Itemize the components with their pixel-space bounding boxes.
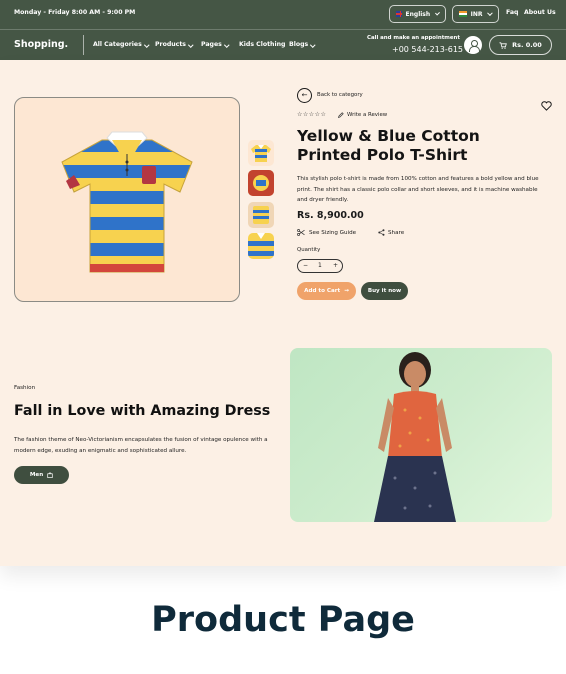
back-arrow-icon[interactable]: ←: [297, 88, 312, 103]
cart-icon: [499, 41, 508, 49]
chevron-down-icon: [487, 10, 493, 16]
product-section: ← Back to category ☆☆☆☆☆ Write a Review …: [0, 60, 566, 566]
promo-text: The fashion theme of Neo-Victorianism en…: [14, 437, 268, 454]
add-to-cart-button[interactable]: Add to Cart →: [297, 282, 356, 300]
language-label: English: [405, 10, 431, 18]
business-hours: Monday - Friday 8:00 AM - 9:00 PM: [14, 9, 136, 16]
main-nav: Shopping. All Categories Products Pages …: [0, 29, 566, 60]
product-thumbnail[interactable]: [248, 140, 274, 166]
nav-divider: [83, 35, 84, 55]
chevron-down-icon: [144, 41, 150, 47]
cart-button[interactable]: Rs. 0.00: [489, 35, 552, 55]
decrement-button[interactable]: −: [303, 262, 308, 269]
chevron-down-icon: [310, 41, 316, 47]
nav-item-products[interactable]: Products: [155, 41, 194, 48]
call-label: Call and make an appointment: [367, 35, 460, 41]
polo-shirt-image: [61, 131, 193, 273]
product-thumbnail[interactable]: [248, 233, 274, 259]
back-to-category-link[interactable]: Back to category: [317, 92, 363, 98]
site-logo[interactable]: Shopping.: [14, 39, 68, 50]
share-icon: [378, 229, 385, 236]
share-button[interactable]: Share: [378, 229, 404, 236]
rating-stars: ☆☆☆☆☆: [297, 111, 327, 118]
nav-item-pages[interactable]: Pages: [201, 41, 230, 48]
nav-item-blogs[interactable]: Blogs: [289, 41, 316, 48]
user-icon[interactable]: [464, 36, 482, 54]
faq-link[interactable]: Faq: [506, 9, 518, 16]
about-us-link[interactable]: About Us: [524, 9, 556, 16]
pencil-icon: [338, 112, 344, 118]
product-description: This stylish polo t-shirt is made from 1…: [297, 176, 539, 203]
bag-icon: [47, 472, 53, 478]
arrow-right-icon: →: [344, 288, 349, 294]
size-guide-link[interactable]: See Sizing Guide: [297, 229, 356, 236]
quantity-value[interactable]: 1: [318, 262, 322, 269]
product-thumbnail[interactable]: [248, 170, 274, 196]
product-price: Rs. 8,900.00: [297, 210, 364, 221]
promo-eyebrow: Fashion: [14, 385, 36, 391]
write-review-link[interactable]: Write a Review: [338, 112, 387, 118]
language-selector[interactable]: English: [389, 5, 446, 23]
promo-title: Fall in Love with Amazing Dress: [14, 403, 271, 419]
cart-total: Rs. 0.00: [512, 41, 542, 49]
product-title: Yellow & Blue Cotton Printed Polo T-Shir…: [297, 127, 480, 164]
promo-model-image: [290, 348, 552, 522]
india-flag-icon: [459, 11, 467, 17]
model-photo: [374, 352, 456, 522]
men-button[interactable]: Men: [14, 466, 69, 484]
buy-now-button[interactable]: Buy it now: [361, 282, 408, 300]
product-main-image[interactable]: [14, 97, 240, 302]
quantity-label: Quantity: [297, 247, 321, 253]
chevron-down-icon: [188, 41, 194, 47]
call-number[interactable]: +00 544-213-615: [392, 45, 463, 54]
nav-item-kids-clothing[interactable]: Kids Clothing: [239, 41, 285, 48]
scissors-icon: [297, 229, 305, 236]
uk-flag-icon: [396, 11, 402, 17]
increment-button[interactable]: +: [333, 262, 338, 269]
product-thumbnail[interactable]: [248, 202, 274, 228]
quantity-stepper: − 1 +: [297, 259, 343, 273]
currency-label: INR: [470, 10, 483, 18]
chevron-down-icon: [224, 41, 230, 47]
chevron-down-icon: [435, 10, 440, 16]
heart-icon[interactable]: [541, 101, 552, 111]
page-caption: Product Page: [151, 600, 415, 640]
top-bar: Monday - Friday 8:00 AM - 9:00 PM Englis…: [0, 0, 566, 29]
nav-item-all-categories[interactable]: All Categories: [93, 41, 150, 48]
currency-selector[interactable]: INR: [452, 5, 499, 23]
